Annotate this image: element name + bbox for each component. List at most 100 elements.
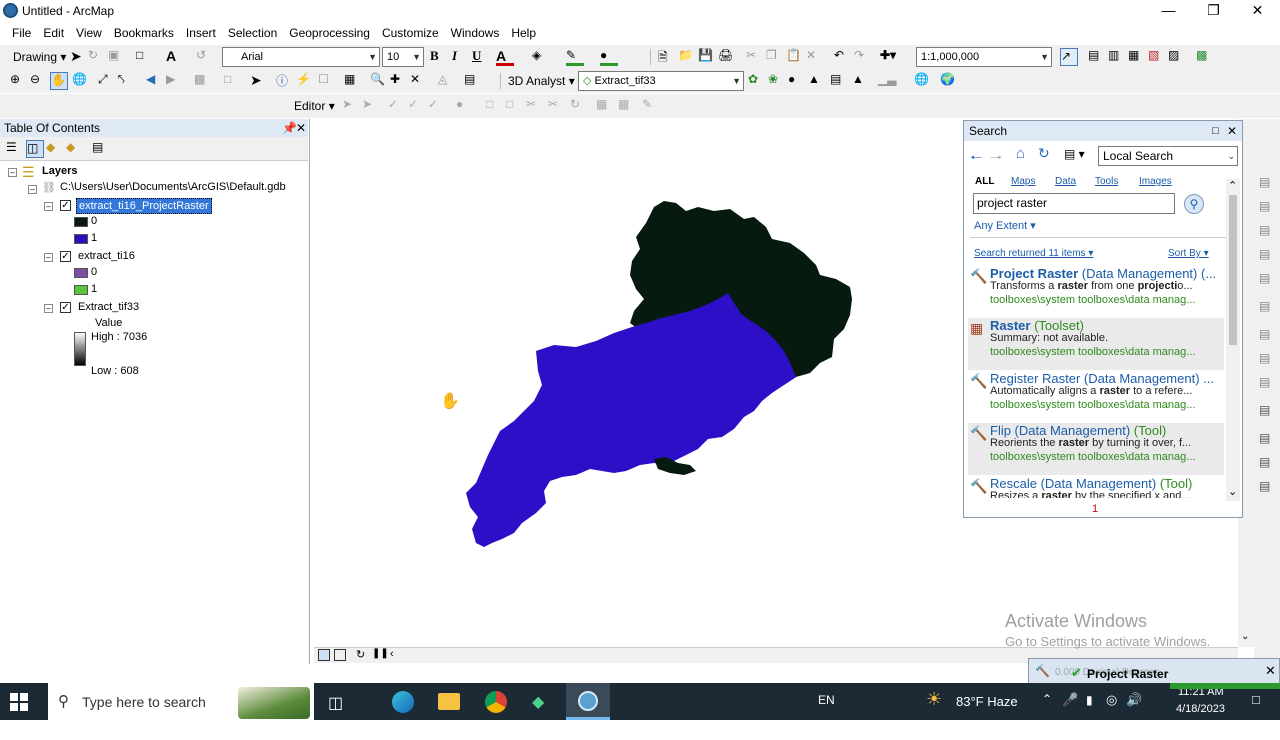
fixed-zoom-in-icon[interactable]: ⤢ (98, 72, 116, 90)
arcglobe-icon[interactable]: 🌐 (914, 72, 932, 90)
search-result[interactable]: 🔨 Flip (Data Management) (Tool) Reorient… (968, 423, 1224, 475)
list-by-visibility-icon[interactable]: ◆ (46, 140, 64, 158)
file-explorer-icon[interactable] (438, 693, 460, 710)
zoom-out-icon[interactable]: ⊖ (30, 72, 48, 90)
select-features-icon[interactable]: ▩ (194, 72, 212, 90)
graph-icon[interactable]: ▁▃ (878, 72, 896, 90)
expander[interactable]: – (44, 253, 53, 262)
reshape-icon[interactable]: □ (506, 97, 524, 115)
editor-menu[interactable]: Editor ▾ (294, 99, 335, 113)
measure-icon[interactable]: ▦ (344, 72, 362, 90)
gdb-path[interactable]: C:\Users\User\Documents\ArcGIS\Default.g… (60, 181, 286, 193)
back-icon[interactable]: 🠐 (970, 147, 982, 171)
time-slider-icon[interactable]: ◬ (438, 72, 456, 90)
menu-bookmarks[interactable]: Bookmarks (108, 26, 180, 40)
underline-button[interactable]: U (472, 48, 490, 66)
dock-tab-icon[interactable]: ▤ (1259, 375, 1270, 389)
class-swatch[interactable] (74, 217, 88, 227)
result-title[interactable]: Raster (Toolset) (990, 318, 1084, 333)
contour-icon[interactable]: ✿ (748, 72, 766, 90)
result-title[interactable]: Project Raster (Data Management) (... (990, 266, 1216, 281)
scroll-down-icon[interactable]: ⌄ (1241, 631, 1249, 642)
new-document-icon[interactable]: 🗎 (658, 48, 676, 66)
trace-icon[interactable]: ✓ (428, 97, 446, 115)
rotate-icon[interactable]: ↻ (88, 48, 106, 66)
class1-region[interactable] (466, 293, 796, 547)
search-input[interactable]: project raster (973, 193, 1175, 214)
edit-annotation-icon[interactable]: ➤ (362, 97, 380, 115)
results-scrollbar[interactable]: ⌃ ⌄ (1226, 179, 1240, 501)
layer-name[interactable]: extract_ti16 (78, 250, 135, 262)
save-icon[interactable]: 💾 (698, 48, 716, 66)
pin-icon[interactable]: 📌 (282, 119, 297, 137)
select-elements-icon[interactable]: ➤ (250, 72, 268, 90)
search-options-icon[interactable]: ▤ ▾ (1064, 147, 1085, 161)
task-view-icon[interactable]: ◫ (328, 693, 343, 730)
scroll-up-icon[interactable]: ⌃ (1228, 179, 1237, 192)
arcscene-icon[interactable]: ▲ (852, 72, 870, 90)
html-popup-icon[interactable]: ☐ (318, 72, 336, 90)
straight-segment-icon[interactable]: ✓ (388, 97, 406, 115)
undo-icon[interactable]: ↶ (834, 48, 852, 66)
search-icon[interactable]: ⚲ (1184, 194, 1204, 214)
tab-maps[interactable]: Maps (1011, 176, 1035, 187)
cut-polygons-icon[interactable]: ✂ (526, 97, 544, 115)
list-by-drawing-order-icon[interactable]: ☰ (6, 140, 24, 158)
forward-extent-icon[interactable]: ▶ (166, 72, 184, 90)
dock-tab-icon[interactable]: ▤ (1259, 271, 1270, 285)
microphone-icon[interactable]: 🎤 (1062, 692, 1078, 729)
arcmap-taskbar-icon[interactable] (566, 683, 610, 720)
expander[interactable]: – (28, 185, 37, 194)
weather-text[interactable]: 83°F Haze (956, 694, 1018, 731)
edit-tool-icon[interactable]: ➤ (342, 97, 360, 115)
dock-tab-icon[interactable]: ▤ (1259, 247, 1270, 261)
refresh-icon[interactable]: ↻ (1038, 145, 1050, 162)
expander[interactable]: – (44, 304, 53, 313)
search-result[interactable]: 🔨 Project Raster (Data Management) (... … (968, 266, 1224, 318)
search-scope-combo[interactable]: Local Search ⌄ (1098, 146, 1238, 166)
close-window-button[interactable]: ✕ (1235, 0, 1280, 22)
drawing-menu[interactable]: Drawing ▾ (13, 50, 66, 64)
options-icon[interactable]: ▤ (92, 140, 110, 158)
menu-insert[interactable]: Insert (180, 26, 222, 40)
create-viewer-icon[interactable]: ▤ (464, 72, 482, 90)
interpolate-line-icon[interactable]: ▲ (808, 72, 826, 90)
pause-drawing-icon[interactable]: ❚❚ (372, 648, 389, 659)
3d-analyst-menu[interactable]: 3D Analyst ▾ (508, 74, 575, 88)
add-data-icon[interactable]: ✚▾ (880, 48, 898, 66)
search-result[interactable]: 🔨 Rescale (Data Management) (Tool) Resiz… (968, 476, 1224, 498)
tab-tools[interactable]: Tools (1095, 176, 1118, 187)
create-features-icon[interactable]: ✎ (642, 97, 660, 115)
toc-window-icon[interactable]: ▤ (1088, 48, 1106, 66)
network-icon[interactable]: ◎ (1106, 692, 1117, 729)
layers-root[interactable]: Layers (42, 165, 77, 177)
dock-tab-icon[interactable]: ▤ (1259, 299, 1270, 313)
language-indicator[interactable]: EN (818, 693, 835, 730)
dock-tab-icon[interactable]: ▤ (1259, 223, 1270, 237)
expander[interactable]: – (8, 168, 17, 177)
stretch-ramp[interactable] (74, 332, 86, 366)
result-title[interactable]: Register Raster (Data Management) ... (990, 371, 1214, 386)
layer-name[interactable]: extract_ti16_ProjectRaster (76, 198, 212, 214)
line-color-icon[interactable]: ✎ (566, 48, 584, 66)
expander[interactable]: – (44, 202, 53, 211)
layer-visibility-checkbox[interactable]: ✓ (60, 302, 71, 313)
minimize-button[interactable]: — (1146, 0, 1191, 22)
result-title[interactable]: Rescale (Data Management) (Tool) (990, 476, 1192, 491)
menu-windows[interactable]: Windows (445, 26, 506, 40)
back-extent-icon[interactable]: ◀ (146, 72, 164, 90)
tab-images[interactable]: Images (1139, 176, 1172, 187)
home-icon[interactable]: ⌂ (1016, 145, 1025, 162)
forward-icon[interactable]: 🠒 (990, 147, 1002, 171)
menu-help[interactable]: Help (505, 26, 542, 40)
close-icon[interactable]: ✕ (1227, 121, 1237, 141)
dock-tab-icon[interactable]: ▤ (1259, 431, 1270, 445)
clock-date[interactable]: 4/18/2023 (1176, 703, 1225, 740)
show-hidden-icons-icon[interactable]: ⌃ (1042, 692, 1052, 729)
3d-view-icon[interactable]: 🌍 (940, 72, 958, 90)
clear-selection-icon[interactable]: □ (224, 72, 242, 90)
results-count[interactable]: Search returned 11 items ▾ (974, 248, 1093, 259)
go-to-xy-icon[interactable]: ✕ (410, 72, 428, 90)
bold-button[interactable]: B (430, 48, 448, 66)
map-scale-combo[interactable]: 1:1,000,000 ▼ (916, 47, 1052, 67)
